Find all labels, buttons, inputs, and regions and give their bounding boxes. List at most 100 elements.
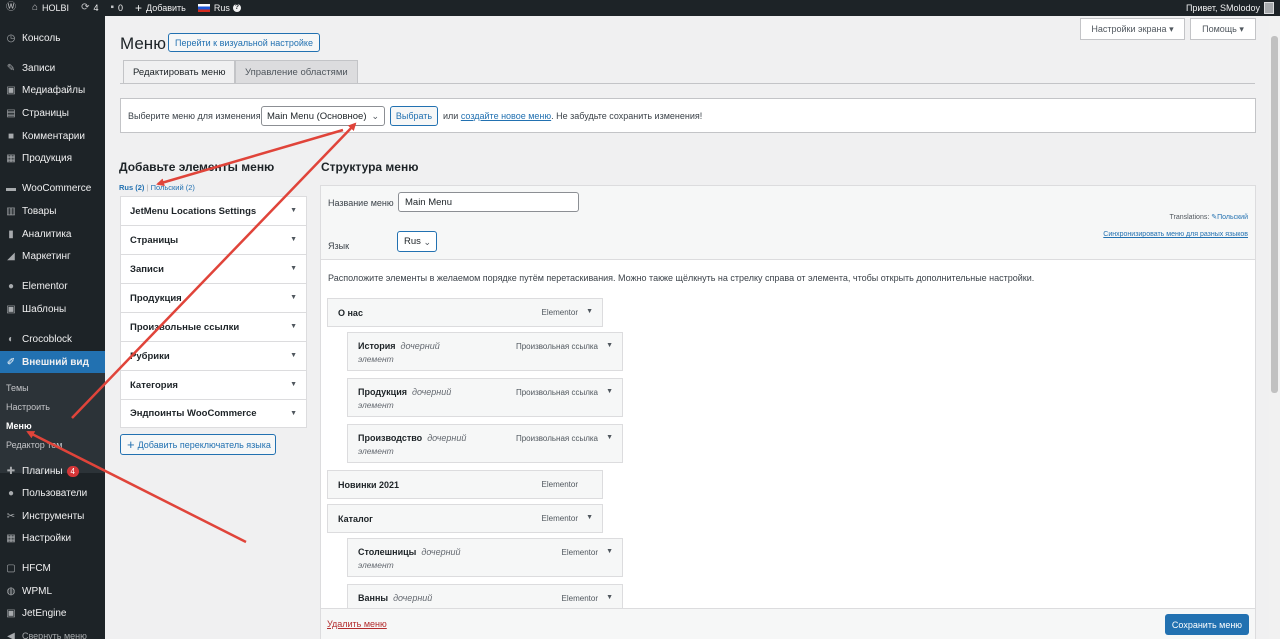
- plugins-icon: ✚: [6, 465, 16, 477]
- panel-category[interactable]: Категория ▼: [120, 370, 307, 399]
- sidebar-item-appearance[interactable]: ✐ Внешний вид: [0, 351, 105, 373]
- submenu-theme-editor[interactable]: Редактор тем: [6, 440, 62, 450]
- sidebar-item-tools[interactable]: ✂ Инструменты: [0, 505, 105, 527]
- tab-manage-locations[interactable]: Управление областями: [235, 60, 358, 84]
- menu-name-input[interactable]: Main Menu: [398, 192, 579, 212]
- sidebar-item-console[interactable]: ◷ Консоль: [0, 27, 105, 49]
- sidebar-item-products[interactable]: ▦ Продукция: [0, 147, 105, 169]
- lang-link-polish[interactable]: Польский (2): [151, 183, 195, 192]
- appearance-icon: ✐: [6, 356, 16, 368]
- comment-icon: ▪: [110, 2, 115, 13]
- wordpress-icon: Ⓦ: [6, 2, 16, 13]
- sidebar-item-templates[interactable]: ▣ Шаблоны: [0, 298, 105, 320]
- products-icon: ▦: [6, 152, 16, 164]
- elementor-icon: ●: [7, 280, 15, 292]
- sidebar-item-woocommerce[interactable]: ▬ WooCommerce: [0, 177, 105, 199]
- sidebar-item-jetengine[interactable]: ▣ JetEngine: [0, 602, 105, 624]
- sidebar-item-goods[interactable]: ▥ Товары: [0, 200, 105, 222]
- screen-options-button[interactable]: Настройки экрана ▾: [1080, 18, 1185, 40]
- submenu-themes[interactable]: Темы: [6, 383, 29, 393]
- sidebar-item-comments[interactable]: ■ Комментарии: [0, 125, 105, 147]
- updates[interactable]: ⟳ 4: [75, 0, 104, 16]
- site-name[interactable]: ⌂ HOLBI: [26, 0, 75, 16]
- wp-logo[interactable]: Ⓦ: [0, 0, 26, 16]
- sidebar-item-media[interactable]: ▣ Медиафайлы: [0, 79, 105, 101]
- triangle-down-icon[interactable]: ▼: [606, 388, 613, 395]
- sidebar-item-marketing[interactable]: ◢ Маркетинг: [0, 245, 105, 267]
- add-new[interactable]: + Добавить: [129, 0, 192, 16]
- sidebar-item-users[interactable]: ● Пользователи: [0, 482, 105, 504]
- delete-menu-link[interactable]: Удалить меню: [327, 619, 387, 629]
- sidebar-item-posts[interactable]: ✎ Записи: [0, 57, 105, 79]
- help-icon: ?: [232, 4, 241, 12]
- users-icon: ●: [7, 487, 15, 499]
- visual-customizer-button[interactable]: Перейти к визуальной настройке: [168, 33, 320, 52]
- menu-name-label: Название меню: [328, 198, 394, 208]
- menu-item-countertops[interactable]: Столешницы дочерний элемент Elementor ▼: [347, 538, 623, 577]
- menu-select[interactable]: Main Menu (Основное) ⌄: [261, 106, 385, 126]
- triangle-down-icon: ▼: [290, 265, 297, 272]
- panel-custom-links[interactable]: Произвольные ссылки ▼: [120, 312, 307, 341]
- panel-categories[interactable]: Рубрики ▼: [120, 341, 307, 370]
- submenu-customize[interactable]: Настроить: [6, 402, 50, 412]
- sidebar-item-elementor[interactable]: ● Elementor: [0, 275, 105, 297]
- sync-menus-link[interactable]: Синхронизировать меню для разных языков: [1103, 231, 1248, 238]
- help-button[interactable]: Помощь ▾: [1190, 18, 1256, 40]
- scrollbar-thumb[interactable]: [1271, 36, 1278, 393]
- tab-divider: [120, 83, 1255, 84]
- choose-button[interactable]: Выбрать: [390, 106, 438, 126]
- language-links: Rus (2) | Польский (2): [119, 183, 195, 192]
- sidebar-item-hfcm[interactable]: ▢ HFCM: [0, 557, 105, 579]
- menu-item-production[interactable]: Продукция дочерний элемент Произвольная ссы…: [347, 378, 623, 417]
- sidebar-item-crocoblock[interactable]: ◐ Crocoblock: [0, 328, 105, 350]
- menu-item-manufacturing[interactable]: Производство дочерний элемент Произвольная …: [347, 424, 623, 463]
- menu-item-baths[interactable]: Ванны дочерний Elementor ▼: [347, 584, 623, 608]
- triangle-down-icon[interactable]: ▼: [586, 308, 593, 315]
- triangle-down-icon: ▼: [290, 410, 297, 417]
- translation-link-polish[interactable]: Польский: [1217, 214, 1248, 221]
- panel-posts[interactable]: Записи ▼: [120, 254, 307, 283]
- triangle-down-icon: ▼: [290, 207, 297, 214]
- translations-info: Translations: ✎Польский: [1169, 214, 1248, 221]
- sidebar-item-analytics[interactable]: ▮ Аналитика: [0, 223, 105, 245]
- structure-instructions: Расположите элементы в желаемом порядке …: [328, 273, 1035, 283]
- triangle-down-icon: ▼: [290, 294, 297, 301]
- select-menu-label: Выберите меню для изменения:: [128, 111, 264, 121]
- triangle-down-icon[interactable]: ▼: [606, 548, 613, 555]
- submenu-menus[interactable]: Меню: [6, 421, 32, 431]
- triangle-down-icon[interactable]: ▼: [586, 514, 593, 521]
- menu-select-bar: Выберите меню для изменения: Main Menu (…: [120, 98, 1256, 133]
- triangle-down-icon[interactable]: ▼: [606, 434, 613, 441]
- menu-item-new-2021[interactable]: Новинки 2021 Elementor: [327, 470, 603, 499]
- panel-pages[interactable]: Страницы ▼: [120, 225, 307, 254]
- add-language-switcher-button[interactable]: + Добавить переключатель языка: [120, 434, 276, 455]
- products-box-icon: ▥: [6, 205, 16, 217]
- chevron-down-icon: ⌄: [423, 237, 431, 247]
- save-menu-button[interactable]: Сохранить меню: [1165, 614, 1249, 635]
- user-account[interactable]: Привет, SMolodoy: [1186, 2, 1280, 14]
- updates-icon: ⟳: [81, 2, 90, 13]
- menu-item-history[interactable]: История дочерний элемент Произвольная ссылк…: [347, 332, 623, 371]
- sidebar-item-pages[interactable]: ▤ Страницы: [0, 102, 105, 124]
- triangle-down-icon[interactable]: ▼: [606, 342, 613, 349]
- lang-link-rus[interactable]: Rus (2): [119, 183, 144, 192]
- menu-item-catalog[interactable]: Каталог Elementor ▼: [327, 504, 603, 533]
- sidebar-item-plugins[interactable]: ✚ Плагины 4: [0, 460, 105, 482]
- menu-item-about[interactable]: О нас Elementor ▼: [327, 298, 603, 327]
- scrollbar[interactable]: [1269, 16, 1280, 639]
- tools-icon: ✂: [6, 510, 16, 522]
- comments[interactable]: ▪ 0: [104, 0, 129, 16]
- language-select[interactable]: Rus ⌄: [397, 231, 437, 252]
- triangle-down-icon[interactable]: ▼: [606, 594, 613, 601]
- sidebar-item-settings[interactable]: ▦ Настройки: [0, 527, 105, 549]
- sidebar-item-wpml[interactable]: ◍ WPML: [0, 580, 105, 602]
- language-switcher[interactable]: Rus?: [192, 0, 247, 16]
- admin-sidebar: ◷ Консоль ✎ Записи ▣ Медиафайлы ▤ Страницы ■…: [0, 16, 105, 639]
- panel-products[interactable]: Продукция ▼: [120, 283, 307, 312]
- panel-jetmenu-locations[interactable]: JetMenu Locations Settings ▼: [120, 196, 307, 225]
- caret-down-icon: ▾: [1169, 23, 1174, 34]
- sidebar-collapse[interactable]: ◀ Свернуть меню: [0, 625, 105, 639]
- create-menu-link[interactable]: создайте новое меню: [461, 111, 551, 121]
- tab-edit-menu[interactable]: Редактировать меню: [123, 60, 236, 84]
- panel-woocommerce-endpoints[interactable]: Эндпоинты WooCommerce ▼: [120, 399, 307, 428]
